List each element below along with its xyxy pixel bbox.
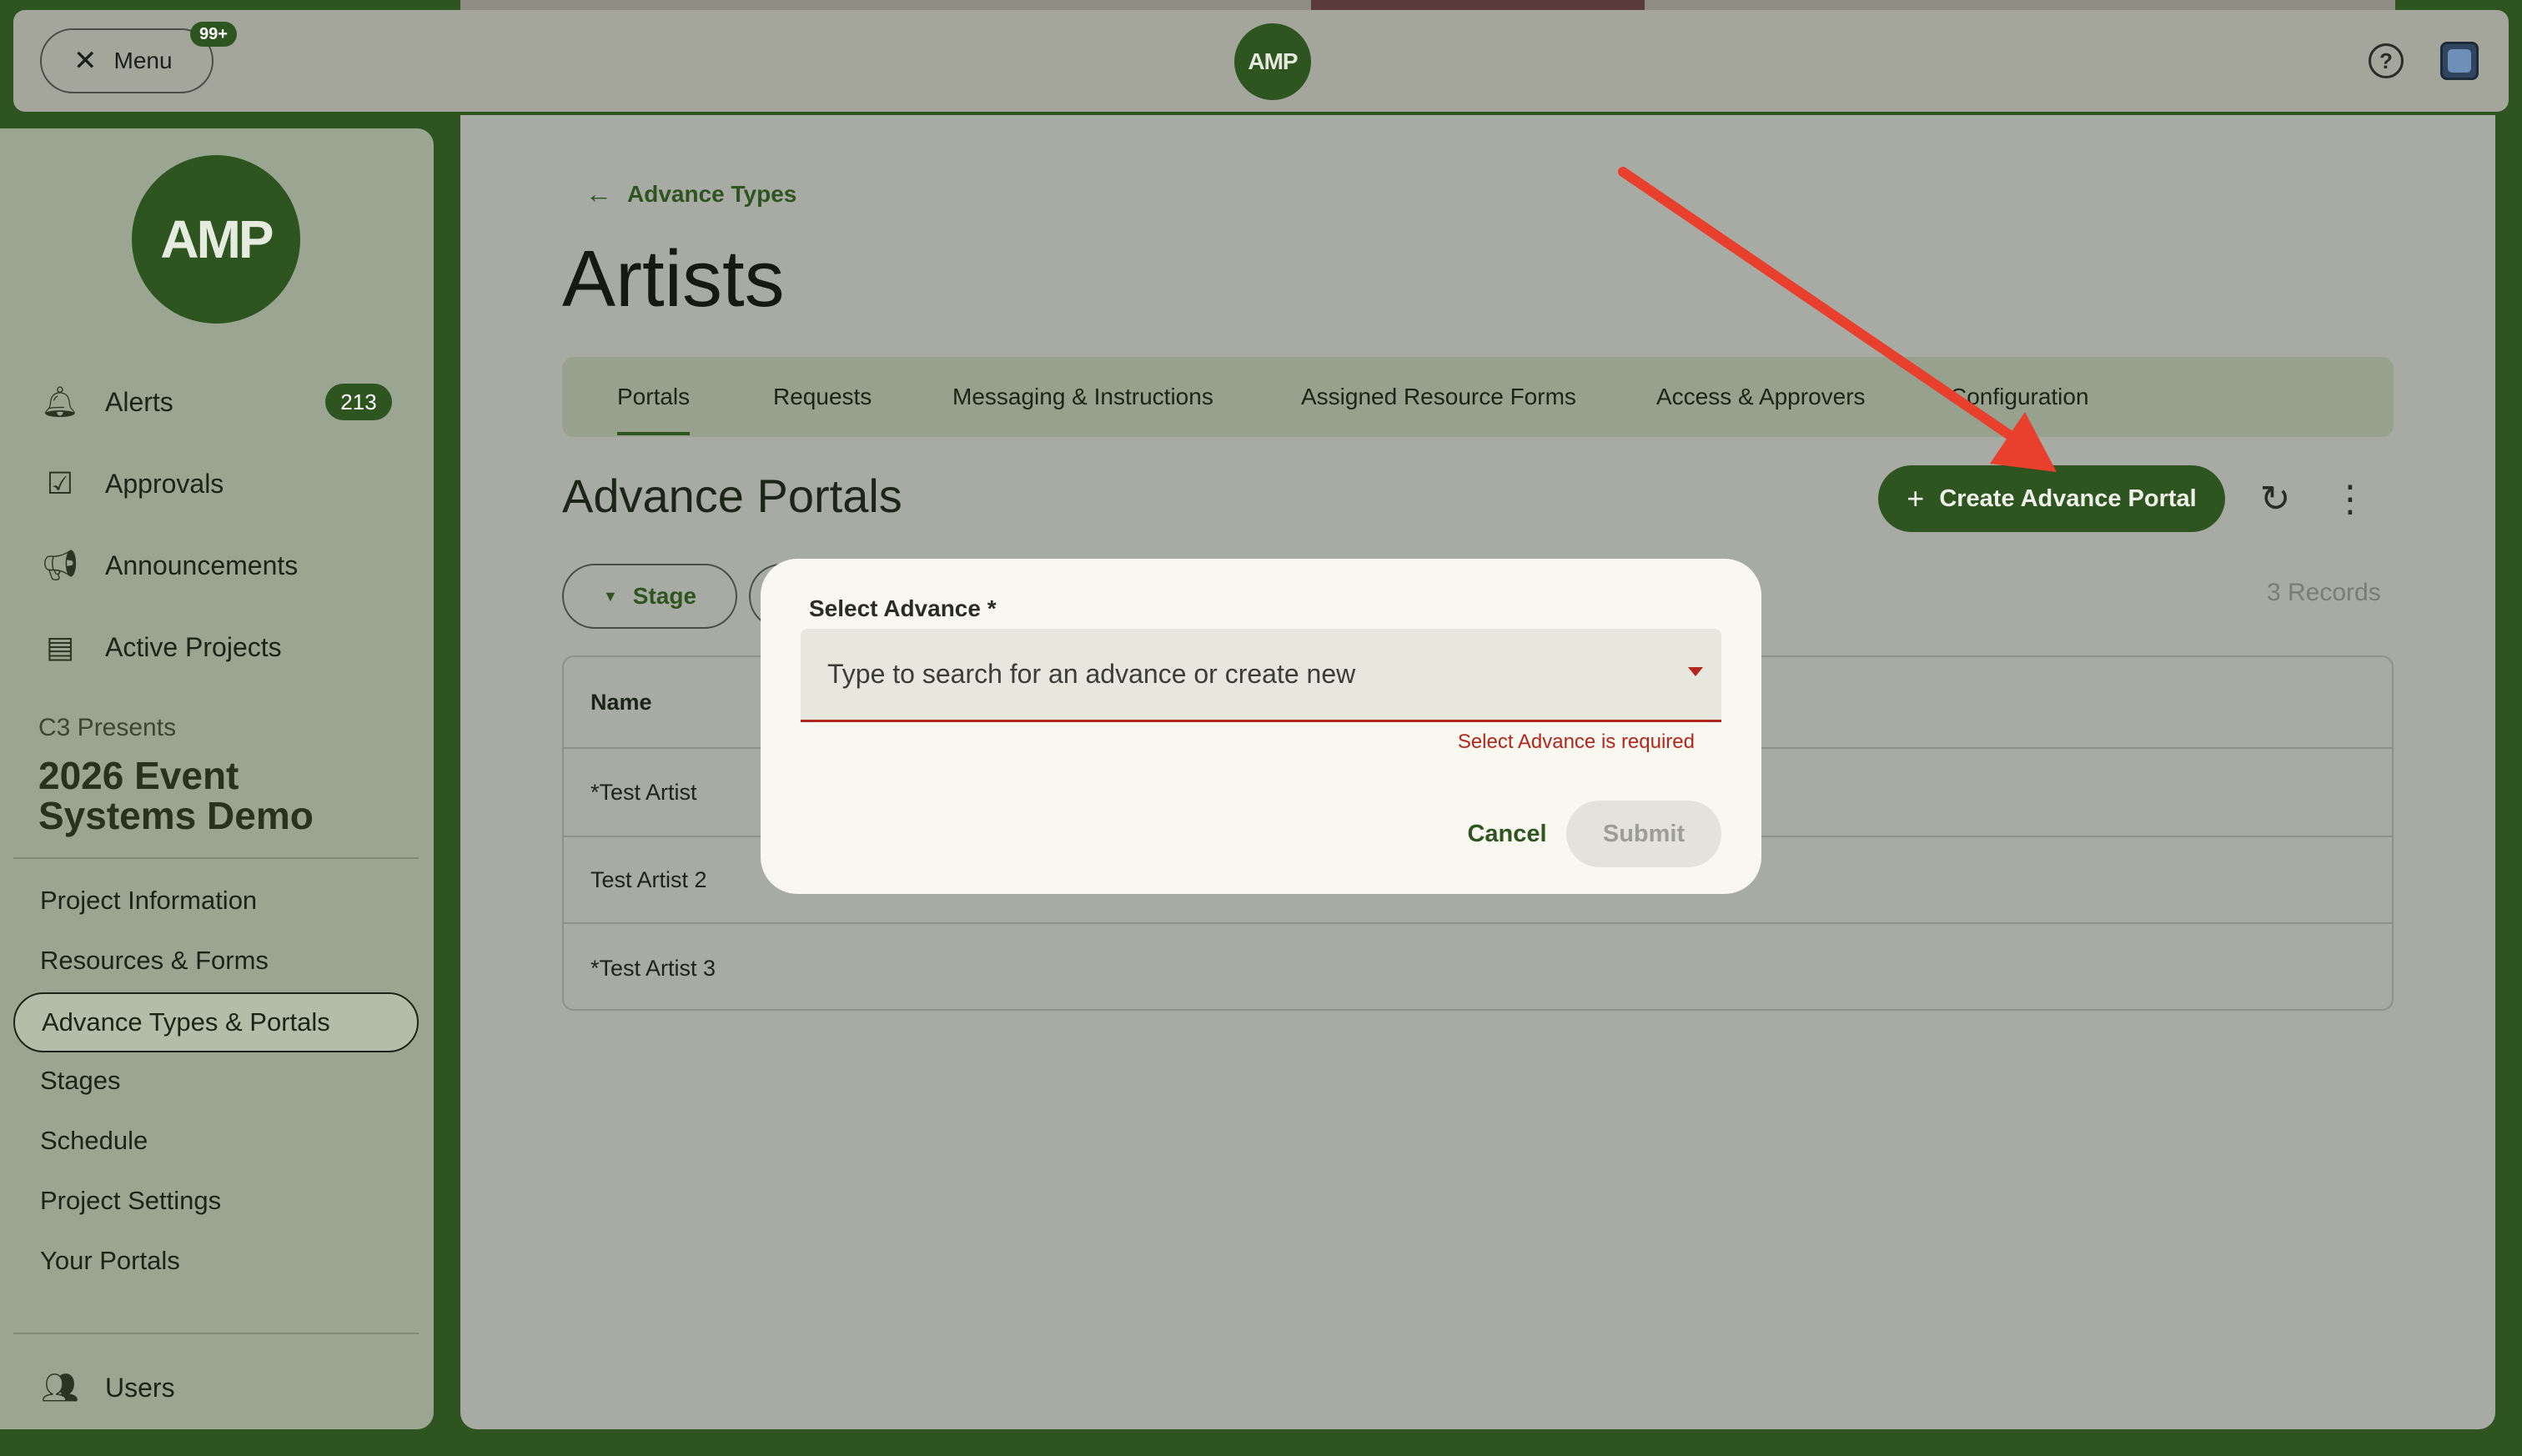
sidebar-item-announcements[interactable]: 📢︎ Announcements <box>40 540 298 590</box>
header-photo <box>1311 0 1645 10</box>
records-count: 3 Records <box>2267 579 2381 606</box>
notification-badge: 99+ <box>190 22 237 47</box>
projects-icon: ▤ <box>45 630 74 664</box>
sidebar-item-your-portals[interactable]: Your Portals <box>40 1246 180 1276</box>
alerts-count-badge: 213 <box>325 384 392 420</box>
calendar-check-icon: ☑ <box>46 466 74 500</box>
table-row[interactable]: *Test Artist 3 <box>564 924 2392 1009</box>
plus-icon: + <box>1907 481 1925 515</box>
back-link[interactable]: ← Advance Types <box>585 178 796 209</box>
bell-icon: 🔔︎ <box>41 384 79 419</box>
sidebar-item-alerts[interactable]: 🔔︎ Alerts <box>40 377 173 427</box>
sidebar-item-users[interactable]: 👥︎ Users <box>40 1363 175 1413</box>
sidebar-divider <box>13 1333 419 1334</box>
refresh-icon[interactable]: ↻ <box>2250 474 2300 524</box>
cancel-button[interactable]: Cancel <box>1453 801 1561 867</box>
users-icon: 👥︎ <box>41 1370 79 1404</box>
top-bar: ✕ Menu 99+ AMP ? <box>13 10 2509 112</box>
sidebar-item-label: Active Projects <box>105 631 282 662</box>
caret-down-icon: ▼ <box>602 587 618 605</box>
arrow-left-icon: ← <box>585 178 612 208</box>
header-photo-strip <box>460 0 2395 10</box>
sidebar-item-active-projects[interactable]: ▤ Active Projects <box>40 622 282 672</box>
create-button-label: Create Advance Portal <box>1939 484 2197 512</box>
sidebar-logo: AMP <box>132 155 300 324</box>
more-vertical-icon[interactable]: ⋮ <box>2325 474 2375 524</box>
sidebar-divider <box>13 857 419 859</box>
tab-messaging-instructions[interactable]: Messaging & Instructions <box>952 357 1213 437</box>
avatar[interactable] <box>2440 42 2479 80</box>
amp-logo[interactable]: AMP <box>1234 23 1311 100</box>
sidebar-item-label: Approvals <box>105 468 224 499</box>
tab-bar: Portals Requests Messaging & Instruction… <box>562 357 2394 437</box>
tab-portals[interactable]: Portals <box>617 357 691 437</box>
help-icon[interactable]: ? <box>2369 43 2404 78</box>
column-header-name[interactable]: Name <box>590 690 652 715</box>
page-title: Artists <box>562 234 785 324</box>
create-advance-portal-button[interactable]: + Create Advance Portal <box>1878 465 2225 532</box>
select-advance-dialog: Select Advance * Select Advance is requi… <box>761 559 1761 894</box>
sidebar-item-project-information[interactable]: Project Information <box>40 886 257 916</box>
sidebar-item-label: Alerts <box>105 386 173 417</box>
sidebar: AMP 🔔︎ Alerts 213 ☑ Approvals 📢︎ Announc… <box>0 128 434 1429</box>
sidebar-item-label: Users <box>105 1372 175 1403</box>
tab-requests[interactable]: Requests <box>773 357 872 437</box>
org-name: C3 Presents <box>38 714 177 741</box>
sidebar-item-stages[interactable]: Stages <box>40 1066 121 1096</box>
cell-name: Test Artist 2 <box>590 866 707 892</box>
cell-name: *Test Artist 3 <box>590 955 716 981</box>
dropdown-arrow-icon[interactable] <box>1688 667 1703 676</box>
sidebar-item-project-settings[interactable]: Project Settings <box>40 1186 221 1216</box>
megaphone-icon: 📢︎ <box>41 548 79 582</box>
back-link-label: Advance Types <box>627 180 797 207</box>
project-title: 2026 Event Systems Demo <box>38 754 314 837</box>
section-title: Advance Portals <box>562 469 902 522</box>
sidebar-item-schedule[interactable]: Schedule <box>40 1126 148 1156</box>
select-advance-field[interactable] <box>801 629 1721 722</box>
sidebar-item-resources-forms[interactable]: Resources & Forms <box>40 946 269 976</box>
submit-button[interactable]: Submit <box>1566 801 1721 867</box>
stage-filter-label: Stage <box>632 583 697 609</box>
menu-button[interactable]: ✕ Menu <box>40 28 214 93</box>
validation-error: Select Advance is required <box>1457 731 1695 753</box>
close-icon: ✕ <box>73 45 98 77</box>
select-advance-label: Select Advance * <box>809 595 997 621</box>
sidebar-item-label: Announcements <box>105 550 299 580</box>
tab-access-approvers[interactable]: Access & Approvers <box>1656 357 1866 437</box>
select-advance-input[interactable] <box>827 659 1661 690</box>
cell-name: *Test Artist <box>590 779 697 805</box>
tab-assigned-resource-forms[interactable]: Assigned Resource Forms <box>1301 357 1576 437</box>
tab-configuration[interactable]: Configuration <box>1950 357 2089 437</box>
sidebar-item-advance-types-portals[interactable]: Advance Types & Portals <box>13 992 419 1052</box>
sidebar-item-approvals[interactable]: ☑ Approvals <box>40 459 224 509</box>
menu-label: Menu <box>113 48 173 73</box>
stage-filter-button[interactable]: ▼ Stage <box>562 564 737 629</box>
